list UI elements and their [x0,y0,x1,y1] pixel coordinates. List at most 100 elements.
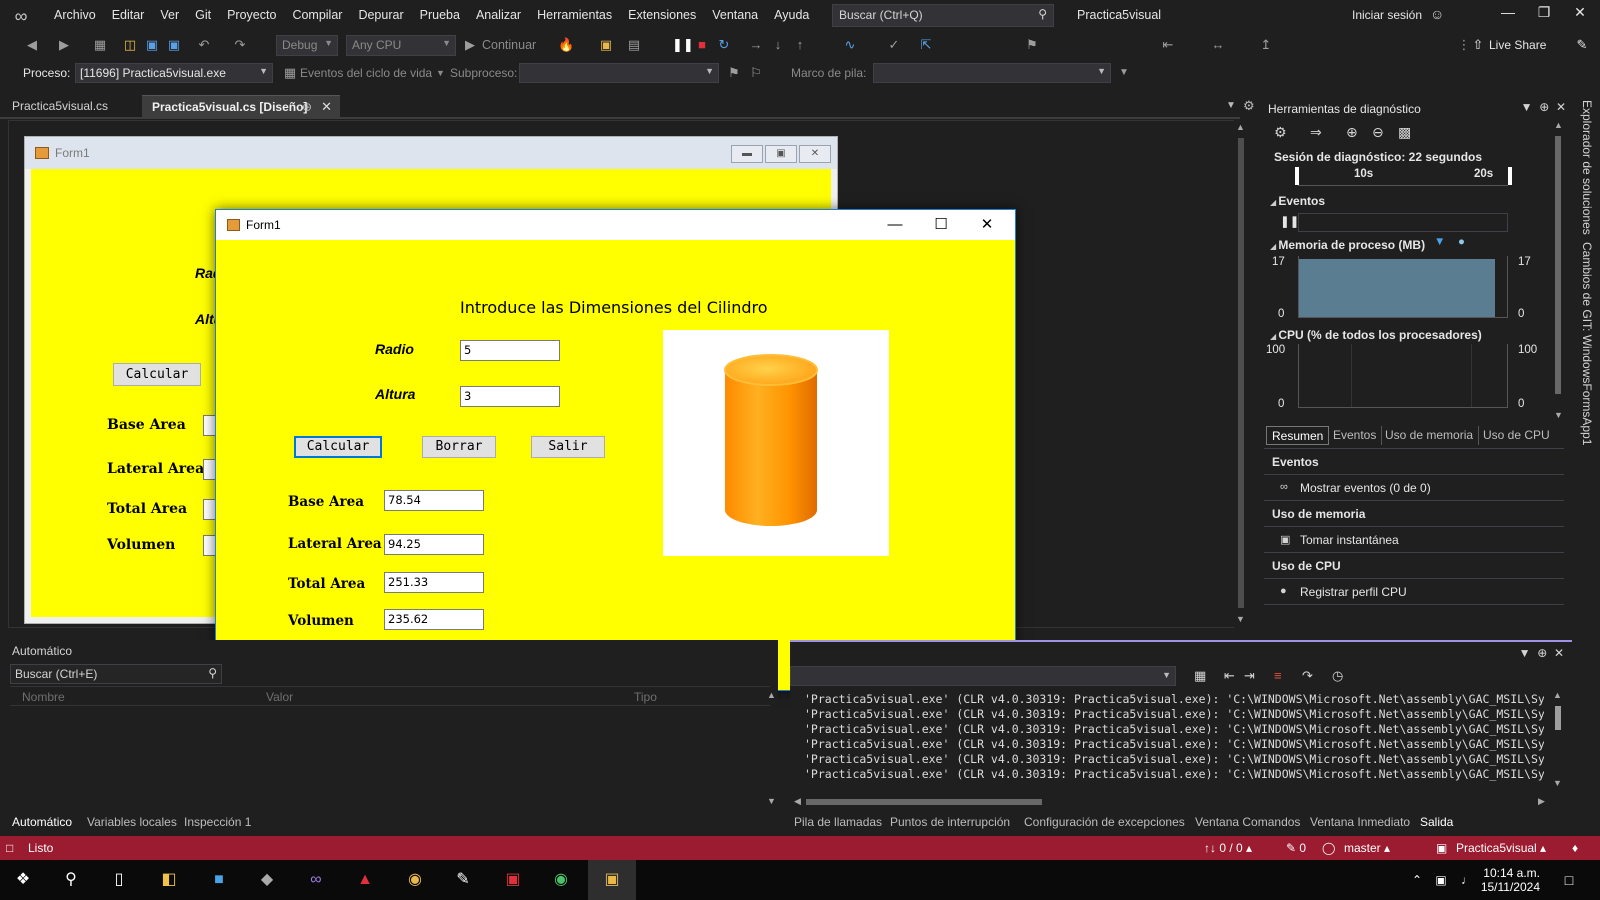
chrome-icon[interactable]: ◉ [402,868,428,892]
step-into-icon[interactable]: ↓ [770,37,786,53]
select-element-icon[interactable]: ⇱ [918,37,934,53]
borrar-button[interactable]: Borrar [422,436,496,458]
timeline-end-grip[interactable] [1508,167,1512,185]
redo-icon[interactable]: ↷ [232,37,248,53]
tab-uso-cpu[interactable]: Uso de CPU [1478,426,1555,445]
diag-scroll-down-icon[interactable]: ▼ [1554,410,1563,420]
tab-config-excepciones[interactable]: Configuración de excepciones [1024,815,1185,829]
step-over-icon[interactable]: → [748,37,764,53]
liveshare-icon[interactable]: ⇧ [1470,37,1486,53]
restart-icon[interactable]: ↻ [716,37,732,53]
diagnostics-scrollbar[interactable]: ▲ ▼ [1552,118,1564,424]
platform-select[interactable]: Any CPU ▼ [346,35,456,56]
tab-ventana-inmediato[interactable]: Ventana Inmediato [1310,815,1410,829]
designer-scrollbar[interactable]: ▲ ▼ [1234,120,1248,630]
events-track[interactable] [1298,213,1508,232]
designer-lateral-area-label[interactable]: Lateral Area [107,461,204,477]
liveshare-button[interactable]: Live Share [1489,38,1546,52]
running-form1-window[interactable]: Form1 — ☐ ✕ Introduce las Dimensiones de… [215,209,1016,691]
output-scroll-left-icon[interactable]: ◀ [794,796,801,807]
output-scroll-down-icon[interactable]: ▼ [1553,778,1562,788]
taskbar-search-icon[interactable]: ⚲ [58,868,84,892]
signin-link[interactable]: Iniciar sesión [1352,8,1422,22]
autos-search-input[interactable]: Buscar (Ctrl+E) ⚲ [10,664,222,684]
output-text[interactable]: 'Practica5visual.exe' (CLR v4.0.30319: P… [804,692,1544,794]
output-vscrollbar[interactable]: ▲ ▼ [1552,690,1564,790]
align-left-icon[interactable]: ⇤ [1160,37,1176,53]
hot-reload-icon[interactable]: 🔥 [558,37,574,53]
menu-prueba[interactable]: Prueba [412,0,468,31]
output-scroll-up-icon[interactable]: ▲ [1553,690,1562,700]
lifecycle-events-button[interactable]: Eventos del ciclo de vida [300,66,432,80]
radio-input[interactable]: 5 [460,340,560,361]
col-tipo[interactable]: Tipo [634,690,657,704]
prev-message-icon[interactable]: ⇤ [1224,668,1235,684]
align-top-icon[interactable]: ↥ [1258,37,1274,53]
total-area-output[interactable]: 251.33 [384,572,484,593]
chrome2-icon[interactable]: ◉ [548,868,574,892]
cpu-chart[interactable] [1298,344,1508,408]
events-section-title[interactable]: Eventos [1270,194,1325,208]
toolbox-icon[interactable]: ▣ [598,37,614,53]
tab-resumen[interactable]: Resumen [1266,426,1330,445]
continue-button[interactable]: Continuar [482,38,536,52]
autos-scrollbar[interactable]: ▲ ▼ [766,690,778,808]
inkscape-icon[interactable]: ✎ [450,868,476,892]
autos-scroll-down-icon[interactable]: ▼ [767,796,776,806]
form1-minimize-icon[interactable]: — [872,210,918,240]
forward-icon[interactable]: ▶ [56,37,72,53]
calcular-button[interactable]: Calcular [294,436,382,458]
salir-button[interactable]: Salir [531,436,605,458]
menu-editar[interactable]: Editar [104,0,153,31]
menu-git[interactable]: Git [187,0,219,31]
menu-analizar[interactable]: Analizar [468,0,529,31]
back-icon[interactable]: ◀ [24,37,40,53]
menu-compilar[interactable]: Compilar [284,0,350,31]
account-icon[interactable]: ☺ [1430,6,1444,22]
tab-puntos-interrupcion[interactable]: Puntos de interrupción [890,815,1010,829]
tab-settings-gear-icon[interactable]: ⚙ [1243,98,1255,114]
reset-view-icon[interactable]: ▩ [1398,124,1411,141]
snapshot-row[interactable]: ▣ Tomar instantánea [1264,526,1564,552]
memory-section-title[interactable]: Memoria de proceso (MB) [1270,238,1425,252]
tab-inspeccion-1[interactable]: Inspección 1 [184,815,251,829]
thread-select[interactable]: ▼ [519,63,719,83]
step-out-icon[interactable]: ↑ [792,37,808,53]
form1-titlebar[interactable]: Form1 — ☐ ✕ [216,210,1015,240]
volume-icon[interactable]: ♩ [1454,868,1480,892]
visual-studio-logo-icon[interactable]: ∞ [10,6,32,26]
cpu-profile-row[interactable]: ● Registrar perfil CPU [1264,578,1564,604]
tab-salida[interactable]: Salida [1420,815,1453,829]
flag-icon[interactable]: ⚑ [726,65,742,81]
tab-uso-memoria[interactable]: Uso de memoria [1380,426,1480,445]
output-hscrollbar[interactable]: ◀ ▶ [794,796,1550,808]
git-edits-count[interactable]: ✎ 0 [1286,841,1306,855]
show-events-row[interactable]: ∞ Mostrar eventos (0 de 0) [1264,474,1564,500]
git-changes-tab[interactable]: Cambios de GIT: WindowsFormsApp1 [1580,242,1594,445]
autos-scroll-up-icon[interactable]: ▲ [767,690,776,700]
designer-total-area-label[interactable]: Total Area [107,501,187,517]
events-pause-icon[interactable]: ❚❚ [1280,214,1299,228]
tab-designer[interactable]: Practica5visual.cs [Diseño] ⊕ ✕ [142,95,340,117]
form1-taskbar-icon[interactable]: ▣ [588,860,636,900]
take-snapshot-link[interactable]: Tomar instantánea [1300,533,1399,547]
settings-gear-icon[interactable]: ⚙ [1274,124,1287,141]
config-select[interactable]: Debug ▼ [276,35,338,56]
timestamp-icon[interactable]: ◷ [1332,668,1343,684]
new-project-icon[interactable]: ▦ [92,37,108,53]
global-search-input[interactable]: Buscar (Ctrl+Q) ⚲ [832,4,1054,27]
base-area-output[interactable]: 78.54 [384,490,484,511]
tray-chevron-icon[interactable]: ⌃ [1404,868,1430,892]
align-center-icon[interactable]: ↔ [1210,37,1226,53]
diag-scroll-thumb[interactable] [1555,136,1561,394]
git-repo[interactable]: Practica5visual ▴ [1456,841,1546,855]
task-view-icon[interactable]: ▯ [106,868,132,892]
git-changes-count[interactable]: ↑↓ 0 / 0 ▴ [1204,841,1252,855]
form1-maximize-icon[interactable]: ☐ [918,210,964,240]
bookmark-icon[interactable]: ⚑ [1024,37,1040,53]
solidworks-icon[interactable]: ▲ [352,868,378,892]
file-explorer-icon[interactable]: ◧ [156,868,182,892]
thread-flag-icon[interactable]: ⚐ [748,65,764,81]
output-window-buttons[interactable]: ▼ ⊕ ✕ [1519,646,1564,660]
lateral-area-output[interactable]: 94.25 [384,534,484,555]
